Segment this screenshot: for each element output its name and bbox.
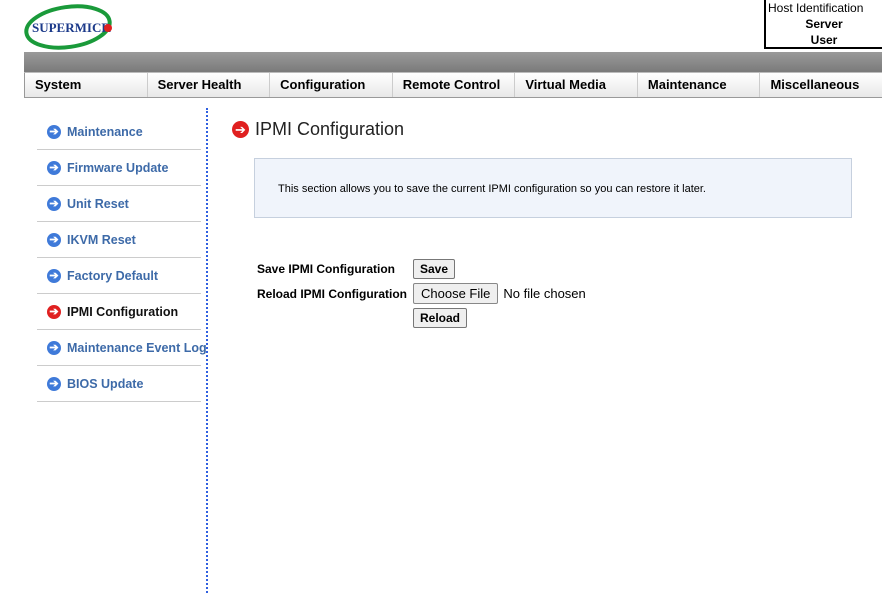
main-nav: System Server Health Configuration Remot…: [24, 72, 882, 98]
host-server: Server: [805, 17, 843, 31]
arrow-right-icon: ➔: [47, 376, 61, 391]
arrow-right-icon: ➔: [47, 232, 61, 247]
save-button[interactable]: Save: [413, 259, 456, 279]
info-box: This section allows you to save the curr…: [254, 158, 852, 218]
sidebar-item-maintenance-event-log[interactable]: ➔ Maintenance Event Log: [37, 330, 207, 366]
sidebar-item-ikvm-reset[interactable]: ➔ IKVM Reset: [37, 222, 201, 258]
arrow-right-icon: ➔: [47, 160, 61, 175]
header-bar: [24, 52, 882, 72]
choose-file-button[interactable]: Choose File: [413, 283, 499, 304]
nav-configuration[interactable]: Configuration: [269, 73, 392, 97]
page-title-text: IPMI Configuration: [255, 119, 405, 139]
nav-maintenance[interactable]: Maintenance: [636, 73, 760, 97]
reload-config-label: Reload IPMI Configuration: [257, 287, 407, 301]
nav-system[interactable]: System: [24, 73, 147, 97]
sidebar-item-label: IPMI Configuration: [67, 304, 179, 319]
file-input[interactable]: Choose File No file chosen: [413, 283, 586, 304]
save-config-label: Save IPMI Configuration: [257, 262, 396, 276]
sidebar-item-bios-update[interactable]: ➔ BIOS Update: [37, 366, 201, 402]
reload-button[interactable]: Reload: [413, 308, 468, 328]
arrow-right-icon: ➔: [47, 196, 61, 211]
svg-text:SUPERMICR: SUPERMICR: [32, 20, 111, 35]
sidebar-item-firmware-update[interactable]: ➔ Firmware Update: [37, 150, 201, 186]
sidebar-item-label: Factory Default: [67, 268, 158, 283]
page-title: ➔ IPMI Configuration: [232, 119, 404, 140]
sidebar-item-maintenance[interactable]: ➔ Maintenance: [37, 114, 201, 150]
host-identification: Host Identification: [768, 1, 864, 15]
arrow-right-icon: ➔: [47, 268, 61, 283]
sidebar-item-ipmi-configuration[interactable]: ➔ IPMI Configuration: [37, 294, 201, 330]
file-status: No file chosen: [503, 286, 586, 301]
nav-server-health[interactable]: Server Health: [146, 73, 270, 97]
sidebar-item-label: Maintenance: [67, 124, 143, 139]
arrow-right-icon: ➔: [47, 124, 61, 139]
supermicro-logo: SUPERMICR: [24, 4, 116, 50]
arrow-right-icon: ➔: [47, 304, 61, 319]
sidebar-divider: [206, 108, 208, 593]
arrow-right-icon: ➔: [232, 121, 249, 138]
sidebar-item-unit-reset[interactable]: ➔ Unit Reset: [37, 186, 201, 222]
sidebar-item-label: IKVM Reset: [67, 232, 136, 247]
host-info-box: Host Identification Server User: [764, 0, 882, 49]
nav-remote-control[interactable]: Remote Control: [391, 73, 515, 97]
sidebar-item-factory-default[interactable]: ➔ Factory Default: [37, 258, 201, 294]
host-user: User: [810, 33, 838, 47]
sidebar-item-label: BIOS Update: [67, 376, 144, 391]
nav-miscellaneous[interactable]: Miscellaneous: [759, 73, 882, 97]
sidebar: ➔ Maintenance ➔ Firmware Update ➔ Unit Rese…: [37, 114, 207, 402]
sidebar-item-label: Maintenance Event Log: [67, 340, 207, 355]
nav-virtual-media[interactable]: Virtual Media: [514, 73, 637, 97]
sidebar-item-label: Unit Reset: [67, 196, 129, 211]
sidebar-item-label: Firmware Update: [67, 160, 169, 175]
arrow-right-icon: ➔: [47, 340, 61, 355]
